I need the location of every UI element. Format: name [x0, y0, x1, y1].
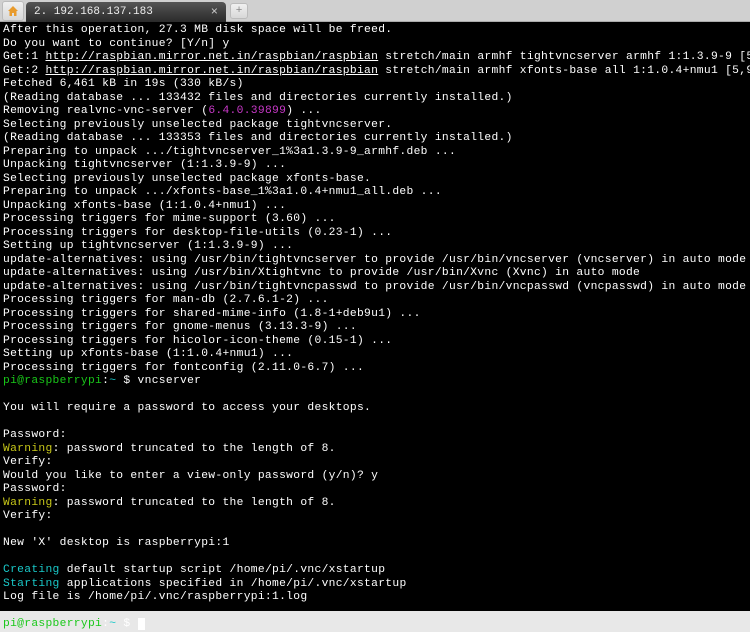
- prompt-colon: :: [102, 618, 109, 630]
- command-text: vncserver: [138, 375, 202, 387]
- prompt-path: ~: [109, 618, 116, 630]
- output-line: Verify:: [3, 456, 53, 468]
- tab-active[interactable]: 2. 192.168.137.183 ×: [26, 2, 226, 22]
- home-icon: [7, 5, 19, 17]
- output-line: Get:1: [3, 51, 45, 63]
- prompt-user: pi@raspberrypi: [3, 618, 102, 630]
- status-label: Starting: [3, 578, 60, 590]
- output-line: Processing triggers for fontconfig (2.11…: [3, 362, 364, 374]
- output-line: default startup script /home/pi/.vnc/xst…: [60, 564, 386, 576]
- terminal-output[interactable]: After this operation, 27.3 MB disk space…: [0, 22, 750, 611]
- output-line: Selecting previously unselected package …: [3, 119, 392, 131]
- plus-icon: +: [236, 5, 243, 17]
- output-line: Processing triggers for mime-support (3.…: [3, 213, 336, 225]
- output-line: Preparing to unpack .../tightvncserver_1…: [3, 146, 456, 158]
- output-line: update-alternatives: using /usr/bin/Xtig…: [3, 267, 640, 279]
- warning-label: Warning: [3, 443, 53, 455]
- status-label: Creating: [3, 564, 60, 576]
- output-line: Setting up tightvncserver (1:1.3.9-9) ..…: [3, 240, 293, 252]
- cursor: [138, 618, 145, 630]
- output-line: ) ...: [286, 105, 321, 117]
- output-line: Unpacking tightvncserver (1:1.3.9-9) ...: [3, 159, 286, 171]
- output-line: Password:: [3, 483, 67, 495]
- output-line: Removing realvnc-vnc-server (: [3, 105, 208, 117]
- close-icon[interactable]: ×: [211, 5, 218, 19]
- output-line: Fetched 6,461 kB in 19s (330 kB/s): [3, 78, 244, 90]
- output-line: Log file is /home/pi/.vnc/raspberrypi:1.…: [3, 591, 307, 603]
- output-line: Would you like to enter a view-only pass…: [3, 470, 378, 482]
- url-link[interactable]: http://raspbian.mirror.net.in/raspbian/r…: [45, 65, 378, 77]
- version-text: 6.4.0.39899: [208, 105, 286, 117]
- url-link[interactable]: http://raspbian.mirror.net.in/raspbian/r…: [45, 51, 378, 63]
- prompt-dollar: $: [116, 618, 137, 630]
- output-line: After this operation, 27.3 MB disk space…: [3, 24, 392, 36]
- output-line: Password:: [3, 429, 67, 441]
- output-line: update-alternatives: using /usr/bin/tigh…: [3, 254, 746, 266]
- tab-bar: 2. 192.168.137.183 × +: [0, 0, 750, 22]
- output-line: Setting up xfonts-base (1:1.0.4+nmu1) ..…: [3, 348, 293, 360]
- output-line: stretch/main armhf xfonts-base all 1:1.0…: [378, 65, 750, 77]
- output-line: Get:2: [3, 65, 45, 77]
- output-line: Processing triggers for gnome-menus (3.1…: [3, 321, 357, 333]
- output-line: Verify:: [3, 510, 53, 522]
- output-line: Processing triggers for man-db (2.7.6.1-…: [3, 294, 329, 306]
- output-line: Processing triggers for shared-mime-info…: [3, 308, 421, 320]
- output-line: Do you want to continue? [Y/n] y: [3, 38, 230, 50]
- output-line: stretch/main armhf tightvncserver armhf …: [378, 51, 750, 63]
- output-line: Processing triggers for hicolor-icon-the…: [3, 335, 392, 347]
- output-line: (Reading database ... 133432 files and d…: [3, 92, 513, 104]
- prompt-dollar: $: [116, 375, 137, 387]
- output-line: New 'X' desktop is raspberrypi:1: [3, 537, 230, 549]
- tab-title: 2. 192.168.137.183: [34, 6, 153, 18]
- output-line: applications specified in /home/pi/.vnc/…: [60, 578, 407, 590]
- output-line: (Reading database ... 133353 files and d…: [3, 132, 513, 144]
- home-button[interactable]: [2, 1, 24, 21]
- output-line: You will require a password to access yo…: [3, 402, 371, 414]
- output-line: Selecting previously unselected package …: [3, 173, 371, 185]
- output-line: Preparing to unpack .../xfonts-base_1%3a…: [3, 186, 442, 198]
- new-tab-button[interactable]: +: [230, 3, 248, 19]
- output-line: Processing triggers for desktop-file-uti…: [3, 227, 392, 239]
- output-line: : password truncated to the length of 8.: [53, 497, 336, 509]
- output-line: Unpacking xfonts-base (1:1.0.4+nmu1) ...: [3, 200, 286, 212]
- output-line: update-alternatives: using /usr/bin/tigh…: [3, 281, 746, 293]
- output-line: : password truncated to the length of 8.: [53, 443, 336, 455]
- warning-label: Warning: [3, 497, 53, 509]
- prompt-user: pi@raspberrypi: [3, 375, 102, 387]
